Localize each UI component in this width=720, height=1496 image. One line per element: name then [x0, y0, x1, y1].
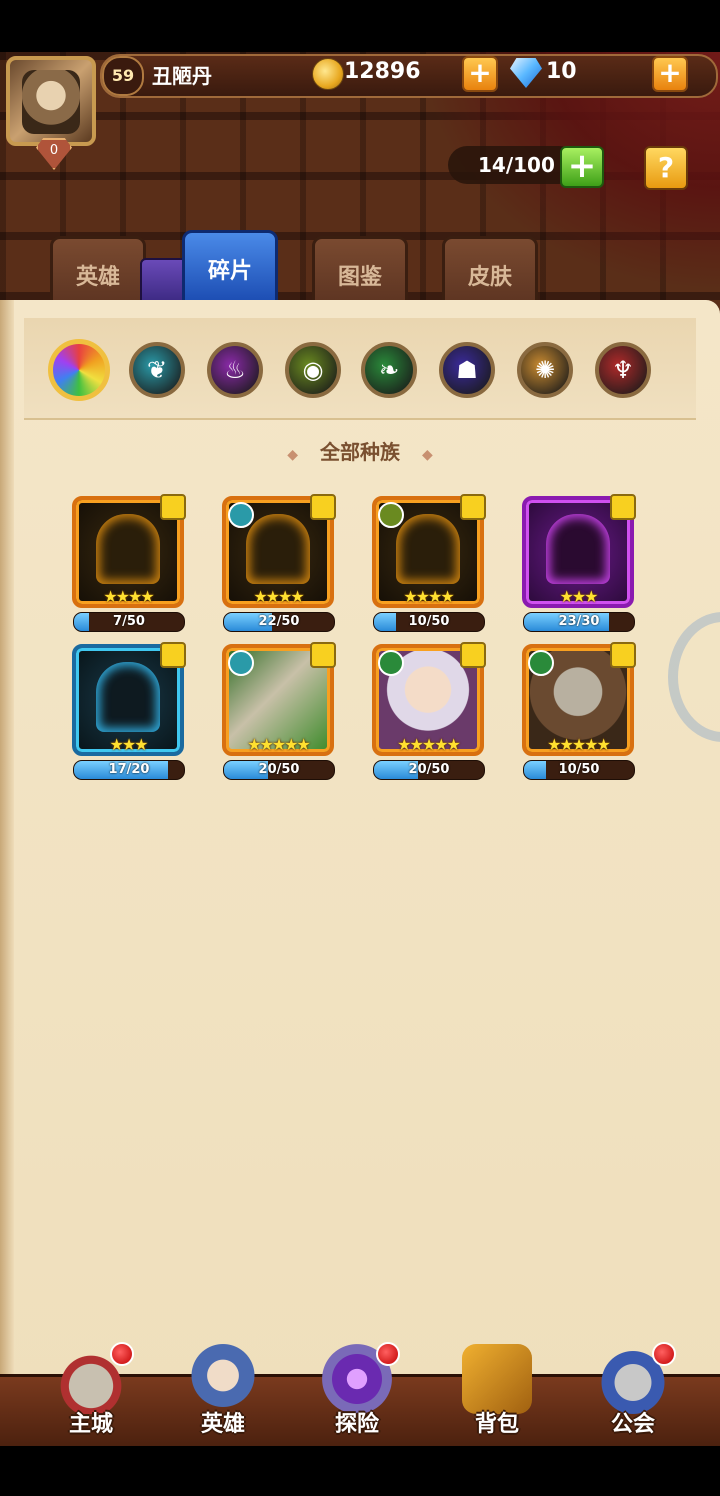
fragment-count: 22/50: [258, 614, 300, 629]
puzzle-piece-icon: [460, 642, 486, 668]
nature-race-icon: [378, 650, 404, 676]
fragment-count: 17/20: [108, 762, 150, 777]
tab-fragments[interactable]: 碎片: [182, 230, 278, 308]
race-filter-label-row: ◆ 全部种族 ◆: [0, 436, 720, 465]
fragment-progress-bar: 10/50: [373, 612, 485, 632]
fragment-progress-bar: 17/20: [73, 760, 185, 780]
unknown-hero-silhouette: [246, 514, 310, 584]
avatar-portrait: [22, 70, 80, 134]
star-rating: ★★★★: [253, 587, 304, 606]
notification-dot: [110, 1342, 134, 1366]
fragment-card[interactable]: ★★★★★: [222, 642, 336, 756]
diamond-ornament-icon: ◆: [287, 447, 298, 463]
fragment-progress-bar: 7/50: [73, 612, 185, 632]
nav-backpack[interactable]: 背包: [442, 1336, 552, 1446]
nav-label: 公会: [610, 1412, 655, 1437]
fragment-progress-bar: 20/50: [373, 760, 485, 780]
diamond-ornament-icon: ◆: [422, 447, 433, 463]
nav-guild[interactable]: 公会: [578, 1336, 688, 1446]
star-rating: ★★★★★: [397, 735, 461, 754]
fragment-card[interactable]: ★★★: [522, 494, 636, 608]
fragment-progress-bar: 10/50: [523, 760, 635, 780]
fortress-race-icon[interactable]: ◉: [285, 342, 341, 398]
system-bar: [0, 1446, 720, 1496]
fragment-count: 23/30: [558, 614, 600, 629]
nav-label: 探险: [334, 1412, 379, 1437]
nav-hero[interactable]: 英雄: [168, 1336, 278, 1446]
help-button[interactable]: ?: [644, 146, 688, 190]
abyss-race-icon[interactable]: ☗: [439, 342, 495, 398]
nav-label: 英雄: [200, 1412, 245, 1437]
fragment-progress-bar: 22/50: [223, 612, 335, 632]
gold-coin-icon: [312, 58, 344, 90]
fragment-count: 7/50: [113, 614, 145, 629]
fragment-progress-bar: 23/30: [523, 612, 635, 632]
star-rating: ★★★: [109, 735, 148, 754]
player-name: 丑陋丹: [152, 64, 212, 88]
add-gems-button[interactable]: +: [652, 56, 688, 92]
fragment-card[interactable]: ★★★★: [72, 494, 186, 608]
puzzle-piece-icon: [610, 494, 636, 520]
fragment-progress-bar: 20/50: [223, 760, 335, 780]
fragment-panel: [0, 300, 720, 1410]
player-level: 59: [102, 56, 144, 96]
fragment-card[interactable]: ★★★★★: [522, 642, 636, 756]
nav-castle[interactable]: 主城: [36, 1336, 146, 1446]
forest-race-icon: [228, 650, 254, 676]
selected-race-label: 全部种族: [320, 440, 400, 464]
fragment-count: 20/50: [258, 762, 300, 777]
add-gold-button[interactable]: +: [462, 56, 498, 92]
star-rating: ★★★★★: [247, 735, 311, 754]
parchment-edge: [0, 300, 14, 1400]
puzzle-piece-icon: [460, 494, 486, 520]
fragment-count: 10/50: [558, 762, 600, 777]
fragment-card[interactable]: ★★★★: [372, 494, 486, 608]
star-rating: ★★★★: [103, 587, 154, 606]
star-rating: ★★★★: [403, 587, 454, 606]
gem-amount: 10: [546, 59, 577, 84]
shadow-race-icon[interactable]: ♨: [207, 342, 263, 398]
dark-race-icon[interactable]: ♆: [595, 342, 651, 398]
gold-amount: 12896: [344, 59, 421, 84]
fragment-count: 10/50: [408, 614, 450, 629]
unknown-hero-silhouette: [96, 662, 160, 732]
puzzle-piece-icon: [610, 642, 636, 668]
game-screen: 0 59 丑陋丹 12896 + 10 + 14/100 + ? 英雄 碎片 图…: [0, 0, 720, 1496]
puzzle-piece-icon: [310, 642, 336, 668]
nav-label: 背包: [474, 1412, 519, 1437]
puzzle-piece-icon: [310, 494, 336, 520]
light-race-icon[interactable]: ✺: [517, 342, 573, 398]
forest-race-icon[interactable]: ❦: [129, 342, 185, 398]
notification-dot: [376, 1342, 400, 1366]
nav-label: 主城: [68, 1412, 113, 1437]
unknown-hero-silhouette: [96, 514, 160, 584]
nature-race-icon: [528, 650, 554, 676]
player-avatar[interactable]: [6, 56, 96, 146]
all-races-icon[interactable]: [48, 339, 110, 401]
nature-race-icon[interactable]: ❧: [361, 342, 417, 398]
star-rating: ★★★: [559, 587, 598, 606]
nav-portal[interactable]: 探险: [302, 1336, 412, 1446]
fragment-count: 20/50: [408, 762, 450, 777]
puzzle-piece-icon: [160, 642, 186, 668]
fortress-race-icon: [378, 502, 404, 528]
unknown-hero-silhouette: [396, 514, 460, 584]
fragment-card[interactable]: ★★★★★: [372, 642, 486, 756]
expand-capacity-button[interactable]: +: [560, 146, 604, 188]
fragment-card[interactable]: ★★★★: [222, 494, 336, 608]
notification-dot: [652, 1342, 676, 1366]
fragment-card[interactable]: ★★★: [72, 642, 186, 756]
forest-race-icon: [228, 502, 254, 528]
star-rating: ★★★★★: [547, 735, 611, 754]
hero-icon: [188, 1344, 258, 1414]
puzzle-piece-icon: [160, 494, 186, 520]
inventory-capacity: 14/100: [448, 146, 578, 184]
unknown-hero-silhouette: [546, 514, 610, 584]
backpack-icon: [462, 1344, 532, 1414]
